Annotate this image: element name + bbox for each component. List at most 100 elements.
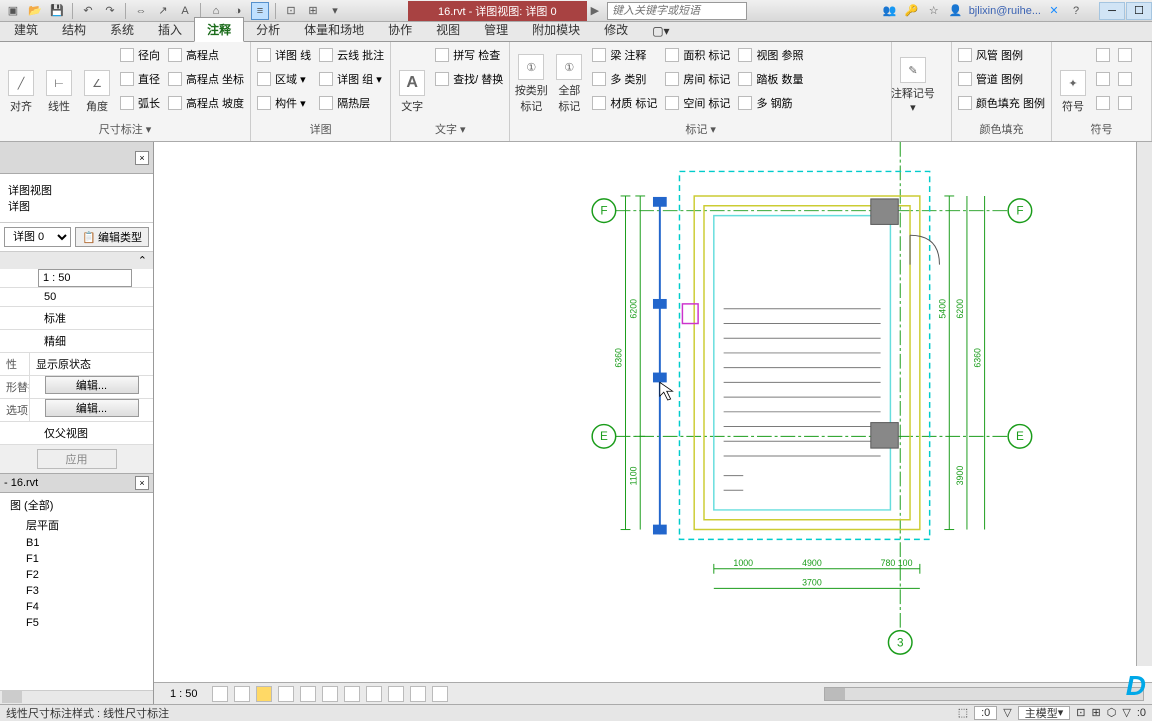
- minimize-button[interactable]: ─: [1099, 2, 1125, 20]
- type-selector[interactable]: 详图视图 详图: [0, 174, 153, 223]
- filter-icon[interactable]: ▽: [1003, 706, 1011, 719]
- tree-item[interactable]: 层平面: [2, 515, 151, 535]
- sym-5[interactable]: [1116, 68, 1134, 90]
- view-ref-button[interactable]: 视图 参照: [736, 44, 805, 66]
- tread-count-button[interactable]: 踏板 数量: [736, 68, 805, 90]
- detail-line-button[interactable]: 详图 线: [255, 44, 313, 66]
- edit-type-button[interactable]: 📋编辑类型: [75, 227, 149, 247]
- tab-analyze[interactable]: 分析: [244, 18, 292, 41]
- close-views-icon[interactable]: ⊡: [282, 2, 300, 20]
- tag-all-button[interactable]: ①全部 标记: [552, 44, 586, 114]
- material-tag-button[interactable]: 材质 标记: [590, 92, 659, 114]
- vertical-scrollbar[interactable]: [1136, 142, 1152, 666]
- workset-field[interactable]: 主模型 ▾: [1018, 706, 1071, 720]
- sym-2[interactable]: [1094, 68, 1112, 90]
- open-icon[interactable]: 📂: [26, 2, 44, 20]
- select-icon[interactable]: ⬚: [958, 706, 968, 719]
- crop-show-icon[interactable]: [344, 686, 360, 702]
- arc-length-button[interactable]: 弧长: [118, 92, 162, 114]
- switch-win-icon[interactable]: ⊞: [304, 2, 322, 20]
- key-icon[interactable]: 🔑: [903, 2, 921, 20]
- text-icon[interactable]: A: [176, 2, 194, 20]
- edit-button[interactable]: 编辑...: [45, 399, 139, 417]
- area-tag-button[interactable]: 面积 标记: [663, 44, 732, 66]
- tab-collab[interactable]: 协作: [376, 18, 424, 41]
- room-tag-button[interactable]: 房间 标记: [663, 68, 732, 90]
- exchange-icon[interactable]: ✕: [1045, 2, 1063, 20]
- tab-addins[interactable]: 附加模块: [520, 18, 592, 41]
- save-icon[interactable]: 💾: [48, 2, 66, 20]
- comm-icon[interactable]: 👥: [881, 2, 899, 20]
- tree-item[interactable]: F5: [2, 615, 151, 631]
- tab-systems[interactable]: 系统: [98, 18, 146, 41]
- status-ico3[interactable]: ⬡: [1107, 706, 1117, 719]
- tree-item[interactable]: 图 (全部): [2, 495, 151, 515]
- hscroll-thumb[interactable]: [2, 691, 22, 703]
- temp-hide-icon[interactable]: [388, 686, 404, 702]
- symbol-button[interactable]: ✦符号: [1056, 44, 1090, 114]
- aligned-dim-button[interactable]: ╱对齐: [4, 44, 38, 114]
- detail-group-button[interactable]: 详图 组 ▾: [317, 68, 386, 90]
- close-icon[interactable]: ×: [135, 151, 149, 165]
- drawing-canvas[interactable]: 3 F F E E: [154, 142, 1152, 682]
- spot-elev-button[interactable]: 高程点: [166, 44, 246, 66]
- view-scale[interactable]: 1 : 50: [162, 688, 206, 700]
- help-icon[interactable]: ?: [1067, 2, 1085, 20]
- search-input[interactable]: [607, 2, 747, 20]
- duct-legend-button[interactable]: 风管 图例: [956, 44, 1047, 66]
- text-button[interactable]: A文字: [395, 44, 429, 114]
- ribbon-group-title[interactable]: 尺寸标注 ▾: [4, 119, 246, 139]
- undo-icon[interactable]: ↶: [79, 2, 97, 20]
- reveal-icon[interactable]: [410, 686, 426, 702]
- tab-massing[interactable]: 体量和场地: [292, 18, 376, 41]
- linear-dim-button[interactable]: ⊢线性: [42, 44, 76, 114]
- crop-icon[interactable]: [322, 686, 338, 702]
- spellcheck-button[interactable]: 拼写 检查: [433, 44, 505, 66]
- dim-icon[interactable]: ↗: [154, 2, 172, 20]
- tag-by-cat-button[interactable]: ①按类别 标记: [514, 44, 548, 114]
- close-icon[interactable]: ×: [135, 476, 149, 490]
- tree-item[interactable]: B1: [2, 535, 151, 551]
- ribbon-group-title[interactable]: 标记 ▾: [514, 119, 887, 139]
- sym-4[interactable]: [1116, 44, 1134, 66]
- collapse-icon[interactable]: ⌃: [138, 254, 147, 267]
- colorfill-legend-button[interactable]: 颜色填充 图例: [956, 92, 1047, 114]
- radial-dim-button[interactable]: 径向: [118, 44, 162, 66]
- user-name[interactable]: bjlixin@ruihe...: [969, 5, 1041, 17]
- shadows-icon[interactable]: [278, 686, 294, 702]
- tab-insert[interactable]: 插入: [146, 18, 194, 41]
- space-tag-button[interactable]: 空间 标记: [663, 92, 732, 114]
- keynote-button[interactable]: ✎注释记号 ▾: [896, 44, 930, 114]
- tab-structure[interactable]: 结构: [50, 18, 98, 41]
- multi-cat-button[interactable]: 多 类别: [590, 68, 659, 90]
- star-icon[interactable]: ☆: [925, 2, 943, 20]
- region-button[interactable]: 区域 ▾: [255, 68, 313, 90]
- sym-6[interactable]: [1116, 92, 1134, 114]
- pipe-legend-button[interactable]: 管道 图例: [956, 68, 1047, 90]
- ribbon-group-title[interactable]: 文字 ▾: [395, 119, 505, 139]
- tree-item[interactable]: F1: [2, 551, 151, 567]
- beam-anno-button[interactable]: 梁 注释: [590, 44, 659, 66]
- tab-modify[interactable]: 修改: [592, 18, 640, 41]
- status-ico1[interactable]: ⊡: [1076, 706, 1085, 719]
- redo-icon[interactable]: ↷: [101, 2, 119, 20]
- thin-lines-icon[interactable]: ≡: [251, 2, 269, 20]
- sym-1[interactable]: [1094, 44, 1112, 66]
- visual-style-icon[interactable]: [234, 686, 250, 702]
- title-arrow-icon[interactable]: ▶: [587, 4, 603, 17]
- instance-select[interactable]: 详图 0: [4, 227, 71, 247]
- spot-slope-button[interactable]: 高程点 坡度: [166, 92, 246, 114]
- tab-architecture[interactable]: 建筑: [2, 18, 50, 41]
- cloud-button[interactable]: 云线 批注: [317, 44, 386, 66]
- status-ico2[interactable]: ⊞: [1092, 706, 1101, 719]
- tab-annotate[interactable]: 注释: [194, 17, 244, 42]
- tab-manage[interactable]: 管理: [472, 18, 520, 41]
- render-icon[interactable]: [300, 686, 316, 702]
- insulation-button[interactable]: 隔热层: [317, 92, 386, 114]
- maximize-button[interactable]: ☐: [1126, 2, 1152, 20]
- apply-button[interactable]: 应用: [37, 449, 117, 469]
- edit-button[interactable]: 编辑...: [45, 376, 139, 394]
- tree-item[interactable]: F2: [2, 567, 151, 583]
- status-ico4[interactable]: ▽: [1122, 706, 1130, 719]
- find-replace-button[interactable]: 查找/ 替换: [433, 68, 505, 90]
